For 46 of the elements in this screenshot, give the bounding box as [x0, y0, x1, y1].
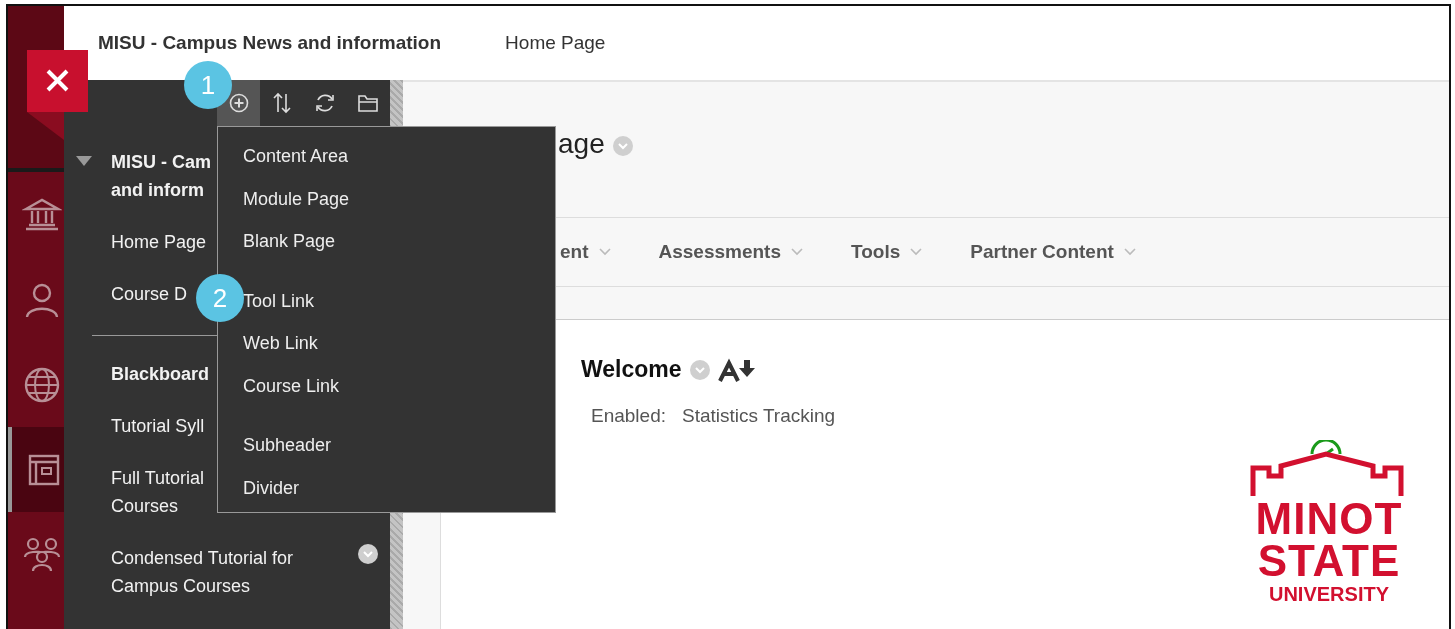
sidebar-link[interactable]: Condensed Tutorial for Campus Courses	[111, 544, 294, 600]
menu-item[interactable]: Subheader	[243, 424, 555, 467]
menu-item[interactable]: Web Link	[243, 322, 555, 365]
sidebar-link[interactable]: Tutorial Syll	[111, 412, 205, 440]
menu-item[interactable]: Course Link	[243, 364, 555, 407]
menu-item[interactable]: Content Area	[243, 135, 555, 178]
logo-text: MINOT	[1255, 498, 1403, 540]
page-title: age	[558, 128, 605, 160]
content-icon	[28, 454, 60, 485]
folder-icon	[356, 93, 379, 113]
expanded-icon[interactable]	[76, 156, 92, 168]
globe-icon	[24, 367, 60, 402]
sort-icon	[271, 92, 292, 114]
caret-icon	[791, 248, 804, 256]
caret-icon	[910, 248, 923, 256]
menu-item[interactable]: Tool Link	[243, 279, 555, 322]
add-icon	[228, 93, 249, 113]
sidebar-link[interactable]: Full Tutorial Courses	[111, 464, 205, 520]
sidebar-heading[interactable]: MISU - Cam and inform	[111, 148, 211, 204]
sort-text-icon[interactable]	[717, 357, 756, 382]
sidebar-heading[interactable]: Blackboard	[111, 360, 210, 388]
status-label: Enabled:	[591, 405, 666, 427]
nav-menu[interactable]: Partner Content	[970, 241, 1136, 263]
institution-icon	[24, 198, 60, 230]
nav-menu[interactable]: Tools	[851, 241, 923, 263]
menu-item[interactable]: Divider	[243, 466, 555, 509]
person-icon	[25, 283, 59, 317]
nav-menu[interactable]: ent	[560, 241, 611, 263]
caret-icon	[598, 248, 611, 256]
logo-text: STATE	[1257, 540, 1401, 582]
menu-item[interactable]: Blank Page	[243, 220, 555, 263]
step-callout: 1	[184, 61, 232, 109]
nav-menu[interactable]: Assessments	[658, 241, 804, 263]
status-value: Statistics Tracking	[682, 405, 836, 427]
sidebar-link[interactable]: Home Page	[111, 228, 207, 256]
close-button[interactable]	[27, 50, 88, 140]
options-icon[interactable]	[358, 544, 378, 564]
group-icon	[23, 537, 61, 572]
section-heading: Welcome	[581, 356, 682, 383]
sidebar-link[interactable]: Course D	[111, 280, 188, 308]
course-title[interactable]: MISU - Campus News and information	[98, 32, 442, 54]
menu-item[interactable]: Module Page	[243, 177, 555, 220]
breadcrumb[interactable]: Home Page	[505, 32, 606, 54]
refresh-icon	[313, 92, 336, 114]
logo-text: UNIVERSITY	[1269, 582, 1389, 606]
caret-icon	[1123, 248, 1136, 256]
